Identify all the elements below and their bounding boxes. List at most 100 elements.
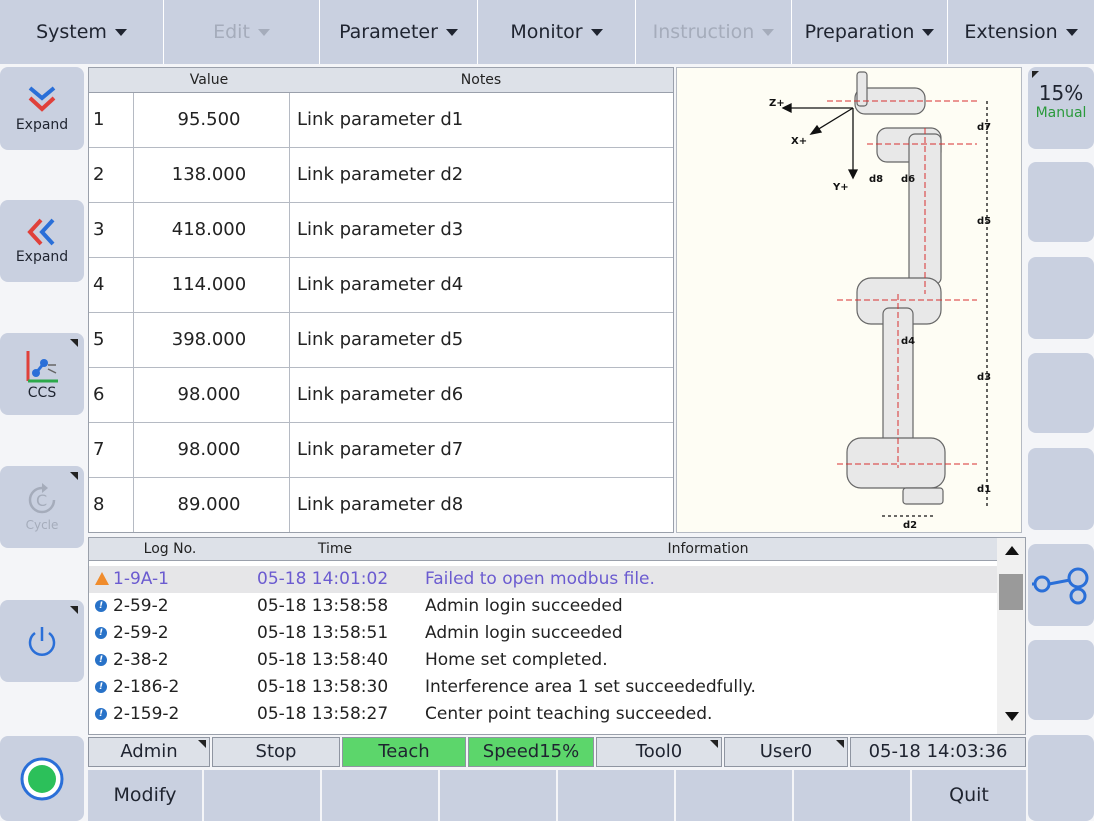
right-button-3[interactable]	[1028, 257, 1094, 339]
dim-d2-label: d2	[903, 520, 917, 531]
scroll-down-icon[interactable]	[1005, 712, 1019, 721]
corner-triangle-icon	[70, 472, 78, 480]
table-row[interactable]: 2 138.000 Link parameter d2	[89, 148, 673, 203]
robot-view-button[interactable]	[1028, 544, 1094, 626]
corner-triangle-icon	[70, 339, 78, 347]
status-user[interactable]: Admin	[88, 737, 210, 767]
axis-x-label: X+	[791, 136, 807, 147]
corner-triangle-icon	[710, 740, 718, 748]
column-header-index	[89, 68, 130, 93]
log-row[interactable]: ! 2-186-2 05-18 13:58:30 Interference ar…	[89, 674, 999, 701]
info-icon: !	[95, 627, 107, 639]
power-icon	[28, 627, 56, 656]
column-header-value: Value	[129, 68, 290, 93]
corner-triangle-icon	[836, 740, 844, 748]
status-speed: Speed15%	[468, 737, 594, 767]
robot-arm-icon	[1032, 567, 1089, 605]
right-button-4[interactable]	[1028, 353, 1094, 433]
log-row[interactable]: ! 2-59-2 05-18 13:58:51 Admin login succ…	[89, 620, 999, 647]
bottom-button-7[interactable]	[794, 770, 912, 821]
robot-link-diagram: Z+ X+ Y+ d8 d6 d7 d5 d4 d3 d1 d2	[676, 67, 1022, 533]
dim-d6-label: d6	[901, 174, 915, 185]
bottom-button-5[interactable]	[558, 770, 676, 821]
info-icon: !	[95, 600, 107, 612]
warning-icon	[95, 572, 109, 585]
menu-instruction[interactable]: Instruction	[636, 0, 792, 64]
right-button-2[interactable]	[1028, 162, 1094, 242]
column-header-information: Information	[419, 538, 998, 561]
ccs-button[interactable]: CCS	[0, 333, 84, 415]
right-button-7[interactable]	[1028, 640, 1094, 720]
table-row[interactable]: 1 95.500 Link parameter d1	[89, 93, 673, 148]
info-icon: !	[95, 708, 107, 720]
corner-triangle-icon	[70, 606, 78, 614]
expand-left-button[interactable]: Expand	[0, 200, 84, 282]
bottom-button-4[interactable]	[440, 770, 558, 821]
right-button-5[interactable]	[1028, 448, 1094, 530]
menu-monitor[interactable]: Monitor	[478, 0, 636, 64]
scroll-up-icon[interactable]	[1005, 546, 1019, 555]
log-panel: Log No. Time Information 1-9A-1 05-18 14…	[88, 537, 1026, 735]
status-run-state: Stop	[212, 737, 340, 767]
log-row[interactable]: ! 2-159-2 05-18 13:58:27 Center point te…	[89, 701, 999, 728]
quit-button[interactable]: Quit	[912, 770, 1026, 821]
log-row[interactable]: 1-9A-1 05-18 14:01:02 Failed to open mod…	[89, 566, 999, 593]
column-header-time: Time	[251, 538, 420, 561]
axis-z-label: Z+	[769, 98, 785, 109]
bottom-button-2[interactable]	[204, 770, 322, 821]
menu-edit[interactable]: Edit	[164, 0, 320, 64]
dim-d3-label: d3	[977, 372, 991, 383]
log-scrollbar[interactable]	[997, 538, 1025, 734]
expand-down-button[interactable]: Expand	[0, 67, 84, 150]
double-chevron-down-icon	[28, 85, 56, 112]
menu-extension[interactable]: Extension	[948, 0, 1094, 64]
table-row[interactable]: 6 98.000 Link parameter d6	[89, 368, 673, 423]
menu-parameter[interactable]: Parameter	[320, 0, 478, 64]
chevron-down-icon	[922, 28, 935, 36]
corner-triangle-icon	[1032, 71, 1039, 78]
cycle-button[interactable]: C Cycle	[0, 466, 84, 548]
status-mode: Teach	[342, 737, 466, 767]
chevron-down-icon	[762, 28, 775, 36]
menu-preparation[interactable]: Preparation	[792, 0, 948, 64]
chevron-down-icon	[445, 28, 458, 36]
power-button[interactable]	[0, 600, 84, 682]
chevron-down-icon	[590, 28, 603, 36]
log-row[interactable]: ! 2-59-2 05-18 13:58:58 Admin login succ…	[89, 593, 999, 620]
robot-arm-drawing: Z+ X+ Y+ d8 d6 d7 d5 d4 d3 d1 d2	[769, 71, 991, 531]
status-tool[interactable]: Tool0	[596, 737, 722, 767]
column-header-log-no: Log No.	[89, 538, 252, 561]
dim-d7-label: d7	[977, 122, 991, 133]
speed-mode-button[interactable]: 15% Manual	[1028, 67, 1094, 149]
dim-d4-label: d4	[901, 336, 915, 347]
parameter-table: Value Notes 1 95.500 Link parameter d1 2 13…	[88, 67, 674, 533]
table-row[interactable]: 4 114.000 Link parameter d4	[89, 258, 673, 313]
speed-value: 15%	[1038, 81, 1084, 105]
svg-text:C: C	[36, 491, 47, 510]
bottom-button-6[interactable]	[676, 770, 794, 821]
servo-indicator-button[interactable]	[0, 736, 84, 821]
table-row[interactable]: 3 418.000 Link parameter d3	[89, 203, 673, 258]
table-row[interactable]: 8 89.000 Link parameter d8	[89, 478, 673, 532]
table-row[interactable]: 7 98.000 Link parameter d7	[89, 423, 673, 478]
cycle-icon: C	[28, 483, 56, 514]
corner-triangle-icon	[198, 740, 206, 748]
table-row[interactable]: 5 398.000 Link parameter d5	[89, 313, 673, 368]
status-user-frame[interactable]: User0	[724, 737, 848, 767]
green-status-icon	[20, 757, 64, 800]
modify-button[interactable]: Modify	[88, 770, 204, 821]
right-button-8[interactable]	[1028, 735, 1094, 821]
bottom-button-3[interactable]	[322, 770, 440, 821]
status-datetime: 05-18 14:03:36	[850, 737, 1026, 767]
dim-d5-label: d5	[977, 216, 991, 227]
menu-system[interactable]: System	[0, 0, 164, 64]
column-header-notes: Notes	[289, 68, 673, 93]
mode-value: Manual	[1035, 105, 1087, 121]
scroll-thumb[interactable]	[999, 574, 1023, 610]
double-chevron-left-icon	[27, 218, 55, 246]
chevron-down-icon	[1065, 28, 1078, 36]
dim-d8-label: d8	[869, 174, 883, 185]
dim-d1-label: d1	[977, 484, 991, 495]
log-row[interactable]: ! 2-38-2 05-18 13:58:40 Home set complet…	[89, 647, 999, 674]
chevron-down-icon	[114, 28, 127, 36]
